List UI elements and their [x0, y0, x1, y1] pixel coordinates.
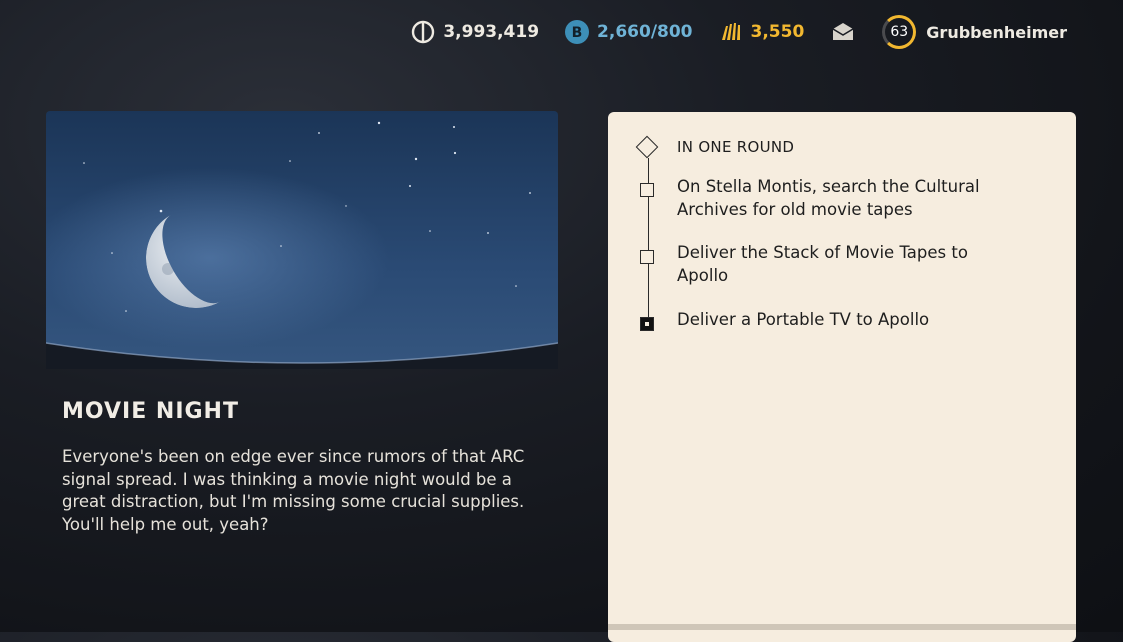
- objectives-panel: IN ONE ROUND On Stella Montis, search th…: [608, 112, 1076, 642]
- objective-text: Deliver the Stack of Movie Tapes to Apol…: [677, 243, 968, 285]
- coin-icon: [412, 20, 435, 44]
- top-bar: 3,993,419 B 2,660/800 3,550 63 Grubbenhe…: [411, 12, 1067, 52]
- credits-value: 3,550: [750, 22, 805, 42]
- coins-counter: 3,993,419: [411, 20, 539, 44]
- panel-footer-strip: [608, 624, 1076, 630]
- checkbox-icon: [640, 250, 654, 264]
- quest-title: MOVIE NIGHT: [62, 399, 239, 424]
- level-badge: 63: [882, 15, 917, 49]
- checkbox-icon: [640, 183, 654, 197]
- diamond-icon: [635, 135, 659, 159]
- credits-counter: 3,550: [719, 20, 805, 44]
- quest-image: [46, 111, 558, 369]
- quest-description: Everyone's been on edge ever since rumor…: [62, 447, 525, 534]
- checkbox-checked-icon: [640, 317, 654, 331]
- token-icon: B: [565, 20, 590, 44]
- username: Grubbenheimer: [926, 22, 1067, 42]
- tokens-value: 2,660/800: [597, 22, 693, 42]
- coins-value: 3,993,419: [443, 22, 540, 42]
- svg-text:B: B: [572, 25, 583, 41]
- objective-text: Deliver a Portable TV to Apollo: [677, 310, 930, 329]
- player-profile[interactable]: 63 Grubbenheimer: [882, 15, 1067, 49]
- objective-text: On Stella Montis, search the Cultural Ar…: [677, 177, 980, 219]
- tokens-counter: B 2,660/800: [565, 20, 693, 44]
- objectives-header-label: IN ONE ROUND: [677, 138, 795, 156]
- credits-icon: [721, 23, 740, 40]
- mail-icon[interactable]: [830, 20, 856, 44]
